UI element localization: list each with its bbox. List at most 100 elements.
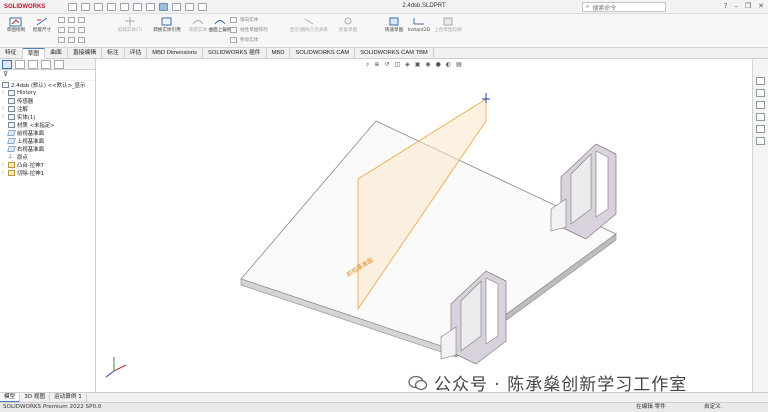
instant2d-button[interactable]: Instant2D [404, 16, 434, 33]
select-icon[interactable] [159, 2, 168, 11]
tab-9[interactable]: SOLIDWORKS CAM [290, 48, 356, 59]
feat-icon [8, 170, 15, 176]
property-manager-tab-icon[interactable] [15, 60, 25, 69]
appearances-icon[interactable] [756, 125, 765, 133]
bottom-tab-0[interactable]: 模型 [0, 393, 21, 402]
view-settings-icon[interactable]: ▤ [456, 61, 462, 69]
custom-properties-icon[interactable] [756, 137, 765, 145]
plane-icon [7, 130, 16, 136]
tree-item[interactable]: 上视基准面 [2, 137, 95, 145]
search-input[interactable]: ⌕ 搜索命令 [582, 2, 666, 12]
bottom-tab-1[interactable]: 3D 视图 [20, 393, 51, 402]
view-palette-icon[interactable] [756, 113, 765, 121]
status-custom-units[interactable]: 自定义 [704, 403, 721, 412]
display-manager-tab-icon[interactable] [54, 60, 64, 69]
fillet-icon[interactable] [58, 37, 65, 43]
minimize-icon[interactable]: – [734, 2, 738, 10]
tab-0[interactable]: 特征 [0, 48, 23, 59]
rear-bracket[interactable] [550, 143, 617, 240]
slot-icon[interactable] [78, 17, 85, 23]
help-icon[interactable]: ? [724, 2, 728, 10]
tree-item[interactable]: › History [2, 89, 95, 97]
design-library-icon[interactable] [756, 89, 765, 97]
convert-icon [161, 17, 172, 26]
scene-icon[interactable]: ◐ [446, 61, 451, 69]
graphics-viewport[interactable]: ⌕ ⊕ ↺ ◫ ◈ ▣ ◉ ● ◐ ▤ 前视基准面 公众号 · 陈承燊创新学习工… [96, 59, 752, 395]
tree-item[interactable]: › 切除-拉伸1 [2, 169, 95, 177]
open-file-icon[interactable] [94, 2, 103, 11]
tab-3[interactable]: 直接编辑 [68, 48, 103, 59]
sketch-button[interactable]: 草图绘制 [2, 16, 30, 33]
dimxpert-tab-icon[interactable] [41, 60, 51, 69]
search-placeholder: 搜索命令 [592, 4, 617, 12]
trim-entities-button[interactable]: 剪裁实体(T) [116, 16, 144, 33]
tree-item[interactable]: 材质 <未指定> [2, 121, 95, 129]
restore-icon[interactable]: ❐ [745, 2, 751, 10]
tab-1[interactable]: 草图 [22, 48, 46, 59]
close-icon[interactable]: ✕ [758, 2, 764, 10]
hide-show-icon[interactable]: ◉ [425, 61, 430, 69]
tree-item[interactable]: 右视基准面 [2, 145, 95, 153]
tab-6[interactable]: MBD Dimensions [147, 48, 204, 59]
zoom-area-icon[interactable]: ⊕ [374, 61, 379, 69]
bottom-tab-2[interactable]: 运动算例 1 [50, 393, 87, 402]
tree-item[interactable]: 传感器 [2, 97, 95, 105]
tab-5[interactable]: 评估 [125, 48, 148, 59]
smart-dimension-button[interactable]: 智能尺寸 [28, 16, 56, 33]
spline-icon[interactable] [78, 27, 85, 33]
rebuild-icon[interactable] [172, 2, 181, 11]
view-orientation-icon[interactable]: ◈ [405, 61, 410, 69]
tab-7[interactable]: SOLIDWORKS 插件 [203, 48, 267, 59]
tree-root[interactable]: 2.4dsb (默认) <<默认>_显示 [2, 81, 95, 89]
shaded-sketch-contours-button[interactable]: 上色草图轮廓 [434, 16, 462, 33]
axis-triad-icon [105, 357, 127, 378]
section-view-icon[interactable]: ◫ [394, 61, 400, 69]
undo-icon[interactable] [133, 2, 142, 11]
file-explorer-icon[interactable] [756, 101, 765, 109]
status-editing: 在编辑 零件 [636, 404, 666, 410]
heads-up-view-toolbar: ⌕ ⊕ ↺ ◫ ◈ ▣ ◉ ● ◐ ▤ [366, 61, 462, 69]
shaded-contours-icon [443, 17, 453, 26]
tree-item[interactable]: › 实体(1) [2, 113, 95, 121]
tree-item-label: 注解 [17, 107, 28, 113]
file-properties-icon[interactable] [185, 2, 194, 11]
tree-item[interactable]: ⊥ 原点 [2, 153, 95, 162]
rectangle-icon[interactable] [68, 17, 75, 23]
appearance-icon[interactable]: ● [436, 61, 441, 69]
tab-8[interactable]: MBD [267, 48, 291, 59]
tab-4[interactable]: 标注 [102, 48, 125, 59]
tab-10[interactable]: SOLIDWORKS CAM TBM [355, 48, 434, 59]
point-icon[interactable] [78, 37, 85, 43]
convert-entities-button[interactable]: 转换实体引用 [150, 16, 184, 33]
linear-pattern-row[interactable]: 线性草图阵列 [230, 27, 268, 33]
feature-manager-tab-icon[interactable] [2, 60, 12, 69]
move-entities-row[interactable]: 移动实体 [230, 37, 258, 43]
redo-icon[interactable] [146, 2, 155, 11]
display-style-icon[interactable]: ▣ [415, 61, 421, 69]
new-file-icon[interactable] [81, 2, 90, 11]
display-delete-relations-button[interactable]: 显示/删除几何关系 [288, 16, 330, 33]
tree-item[interactable]: › 凸台-拉伸7 [2, 161, 95, 169]
mirror-row[interactable]: 镜向实体 [230, 17, 258, 23]
plane-sketch-icon[interactable] [68, 37, 75, 43]
tree-item[interactable]: › 注解 [2, 105, 95, 113]
resources-icon[interactable] [756, 77, 765, 85]
print-icon[interactable] [120, 2, 129, 11]
configuration-manager-tab-icon[interactable] [28, 60, 38, 69]
home-icon[interactable] [68, 2, 77, 11]
polygon-icon[interactable] [68, 27, 75, 33]
sketch-icon [9, 17, 22, 27]
repair-sketch-button[interactable]: 修复草图 [334, 16, 362, 33]
options-gear-icon[interactable] [198, 2, 207, 11]
tree-item[interactable]: 前视基准面 [2, 129, 95, 137]
relations-icon [304, 18, 314, 25]
window-controls: ? – ❐ ✕ [724, 2, 764, 10]
circle-icon[interactable] [58, 27, 65, 33]
tab-2[interactable]: 曲面 [45, 48, 68, 59]
filter-icon[interactable]: ⊽ [0, 70, 95, 81]
line-icon[interactable] [58, 17, 65, 23]
save-icon[interactable] [107, 2, 116, 11]
previous-view-icon[interactable]: ↺ [384, 61, 389, 69]
zoom-to-fit-icon[interactable]: ⌕ [366, 61, 369, 69]
annot-icon [8, 106, 15, 112]
